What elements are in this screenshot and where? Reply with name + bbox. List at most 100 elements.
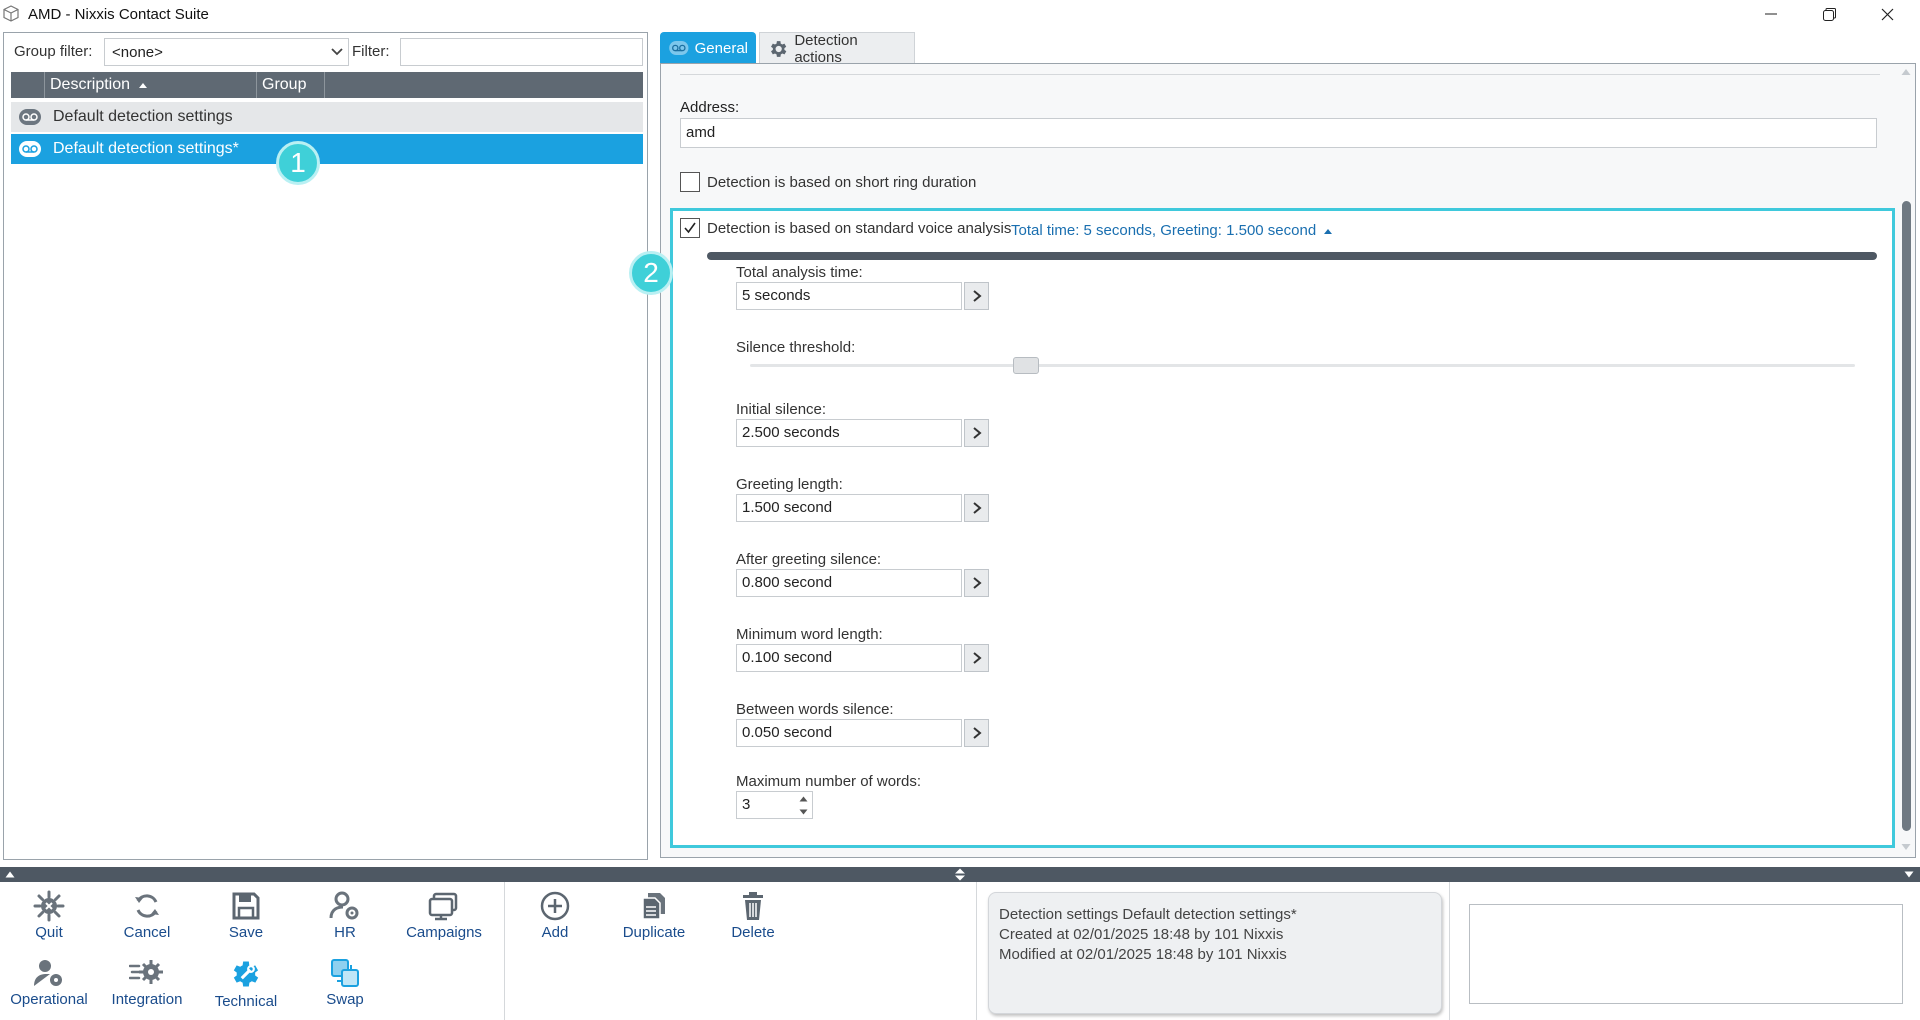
initial-silence-expand-button[interactable] (964, 419, 989, 447)
address-input[interactable]: amd (680, 118, 1877, 148)
title-bar: AMD - Nixxis Contact Suite (0, 0, 1920, 28)
minimize-button[interactable] (1742, 0, 1800, 28)
spin-up-icon (799, 796, 808, 801)
total-analysis-expand-button[interactable] (964, 282, 989, 310)
operational-icon (34, 960, 62, 986)
silence-threshold-slider-track[interactable] (750, 364, 1855, 367)
toolbar-separator (1449, 882, 1450, 1020)
initial-silence-input[interactable]: 2.500 seconds (736, 419, 962, 447)
save-button[interactable]: Save (197, 882, 295, 944)
resize-handle-icon[interactable] (954, 868, 966, 881)
tab-detection-actions[interactable]: Detection actions (759, 32, 915, 66)
list-header: Description Group (11, 72, 643, 98)
chevron-right-icon (972, 427, 982, 439)
technical-button[interactable]: Technical (197, 949, 295, 1011)
group-filter-select[interactable]: <none> (104, 38, 349, 66)
filter-label: Filter: (352, 43, 390, 60)
close-icon (1881, 8, 1893, 20)
list-item-label: Default detection settings* (53, 140, 239, 157)
short-ring-label: Detection is based on short ring duratio… (707, 174, 977, 191)
section-header-bar (707, 252, 1877, 260)
toolbar-separator (976, 882, 977, 1020)
scroll-up-icon[interactable] (1901, 68, 1911, 76)
between-words-input[interactable]: 0.050 second (736, 719, 962, 747)
silence-threshold-label: Silence threshold: (736, 339, 856, 356)
collapse-down-icon[interactable] (1904, 871, 1914, 878)
campaigns-icon (428, 892, 458, 921)
quit-icon (33, 890, 65, 922)
user-gear-icon (329, 891, 359, 920)
voice-analysis-summary-toggle[interactable]: Total time: 5 seconds, Greeting: 1.500 s… (1011, 222, 1333, 239)
after-greeting-expand-button[interactable] (964, 569, 989, 597)
column-description[interactable]: Description (45, 72, 257, 98)
close-button[interactable] (1858, 0, 1916, 28)
chevron-right-icon (972, 652, 982, 664)
refresh-icon (135, 894, 159, 918)
list-item-selected[interactable]: Default detection settings* (11, 134, 643, 164)
toolbar-separator (504, 882, 505, 1020)
campaigns-button[interactable]: Campaigns (395, 882, 493, 944)
greeting-length-input[interactable]: 1.500 second (736, 494, 962, 522)
chevron-down-icon[interactable] (326, 39, 348, 65)
record-info-title: Detection settings Default detection set… (999, 906, 1297, 923)
max-words-decrement-button[interactable] (795, 805, 812, 818)
tab-general[interactable]: General (660, 32, 756, 64)
address-label: Address: (680, 99, 740, 116)
chevron-right-icon (972, 577, 982, 589)
scroll-down-icon[interactable] (1901, 843, 1911, 851)
panel-splitter[interactable] (0, 867, 1920, 882)
list-item[interactable]: Default detection settings (11, 102, 643, 132)
operational-button[interactable]: Operational (0, 949, 98, 1011)
voicemail-icon (669, 41, 689, 55)
total-analysis-label: Total analysis time: (736, 264, 863, 281)
between-words-label: Between words silence: (736, 701, 894, 718)
min-word-length-input[interactable]: 0.100 second (736, 644, 962, 672)
short-ring-checkbox[interactable] (680, 172, 700, 192)
quit-button[interactable]: Quit (0, 882, 98, 944)
restore-button[interactable] (1800, 0, 1858, 28)
between-words-expand-button[interactable] (964, 719, 989, 747)
greeting-length-expand-button[interactable] (964, 494, 989, 522)
notes-area[interactable] (1469, 904, 1903, 1004)
duplicate-button[interactable]: Duplicate (605, 882, 703, 944)
spin-down-icon (799, 809, 808, 814)
column-group[interactable]: Group (257, 72, 325, 98)
voice-analysis-checkbox[interactable] (680, 218, 700, 238)
integration-button[interactable]: Integration (98, 949, 196, 1011)
trash-icon (743, 892, 763, 920)
total-analysis-input[interactable]: 5 seconds (736, 282, 962, 310)
technical-gear-icon (233, 961, 259, 987)
sort-ascending-icon (139, 83, 148, 88)
voicemail-icon (19, 109, 41, 125)
divider (680, 74, 1880, 75)
expand-up-icon[interactable] (5, 871, 15, 878)
voice-analysis-section: Detection is based on standard voice ana… (670, 208, 1895, 848)
header-icon-column[interactable] (11, 72, 45, 98)
voicemail-icon (19, 141, 41, 157)
chevron-right-icon (972, 290, 982, 302)
swap-button[interactable]: Swap (296, 949, 394, 1011)
window-title: AMD - Nixxis Contact Suite (28, 6, 209, 23)
max-words-increment-button[interactable] (795, 792, 812, 805)
list-item-label: Default detection settings (53, 108, 233, 125)
after-greeting-input[interactable]: 0.800 second (736, 569, 962, 597)
restore-icon (1822, 7, 1836, 21)
integration-icon (129, 960, 163, 984)
step-badge-2: 2 (629, 251, 673, 295)
after-greeting-label: After greeting silence: (736, 551, 882, 568)
scrollbar-thumb[interactable] (1902, 201, 1911, 831)
silence-threshold-slider-thumb[interactable] (1013, 357, 1040, 374)
step-badge-1: 1 (276, 141, 320, 185)
gear-icon (771, 40, 787, 57)
bottom-toolbar: Quit Cancel Save HR Campaigns Operationa… (0, 882, 1920, 1020)
record-info-panel: Detection settings Default detection set… (988, 892, 1442, 1014)
min-word-length-expand-button[interactable] (964, 644, 989, 672)
add-button[interactable]: Add (506, 882, 604, 944)
delete-button[interactable]: Delete (704, 882, 802, 944)
voice-analysis-label: Detection is based on standard voice ana… (707, 220, 1012, 237)
min-word-length-label: Minimum word length: (736, 626, 883, 643)
cancel-button[interactable]: Cancel (98, 882, 196, 944)
collapse-arrow-icon (1324, 229, 1333, 234)
hr-button[interactable]: HR (296, 882, 394, 944)
filter-input[interactable] (400, 38, 643, 66)
